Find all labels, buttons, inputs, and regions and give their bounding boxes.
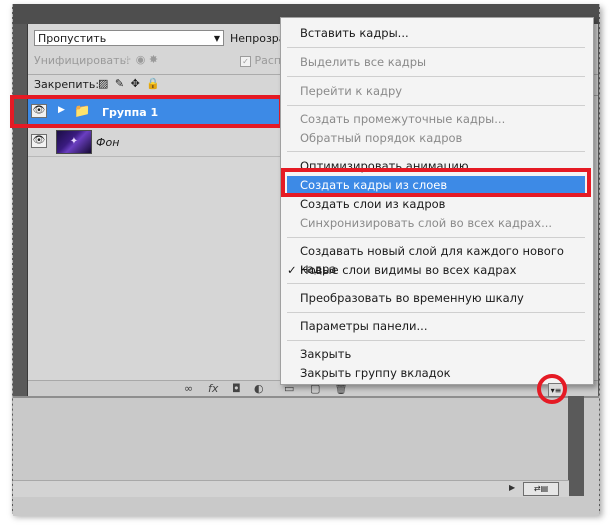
adjustment-layer-icon[interactable]: ◐ (254, 382, 264, 395)
unify-position-icon[interactable]: ⁘ (123, 53, 132, 66)
menu-item-close[interactable]: Закрыть (287, 345, 585, 363)
status-widget-icon[interactable]: ⇄▤ (523, 482, 559, 496)
fx-icon[interactable]: fx (208, 382, 218, 395)
menu-separator (287, 237, 585, 238)
unify-icons: ⁘ ◉ ✸ (123, 53, 158, 66)
status-bar: ▶ ⇄▤ (13, 480, 569, 497)
status-arrow-icon[interactable]: ▶ (509, 483, 515, 492)
layer-row-background[interactable]: 👁 ✦ Фон (28, 128, 284, 157)
menu-separator (287, 105, 585, 106)
vertical-scrollbar[interactable] (568, 396, 584, 496)
menu-item-convert-to-timeline[interactable]: Преобразовать во временную шкалу (287, 289, 585, 307)
eye-icon[interactable]: 👁 (31, 134, 47, 148)
unify-label: Унифицировать: (34, 54, 130, 67)
menu-item-flatten-frames-into-layers[interactable]: Создать слои из кадров (287, 195, 585, 213)
blend-mode-value: Пропустить (38, 32, 107, 45)
timeline-area (13, 396, 599, 516)
layer-name: Фон (96, 136, 120, 149)
menu-separator (287, 76, 585, 77)
add-mask-icon[interactable]: ◘ (232, 382, 241, 395)
menu-item-label: Новые слои видимы во всех кадрах (300, 263, 517, 277)
blend-mode-select[interactable]: Пропустить ▼ (34, 30, 224, 46)
lock-icons: ▨ ✎ ✥ 🔒 (98, 77, 163, 90)
unify-visibility-icon[interactable]: ◉ (136, 53, 146, 66)
menu-separator (287, 151, 585, 152)
menu-item-reverse-frames[interactable]: Обратный порядок кадров (287, 129, 585, 147)
panel-flyout-menu: Вставить кадры... Выделить все кадры Пер… (280, 17, 594, 385)
menu-separator (287, 47, 585, 48)
menu-item-go-to-frame[interactable]: Перейти к кадру (287, 82, 585, 100)
menu-separator (287, 312, 585, 313)
menu-item-new-layer-each-frame[interactable]: Создавать новый слой для каждого нового … (287, 242, 585, 276)
lock-label: Закрепить: (34, 78, 100, 91)
lock-move-icon[interactable]: ✥ (131, 77, 140, 90)
checkmark-icon: ✓ (287, 263, 297, 277)
menu-item-match-layer-across-frames[interactable]: Синхронизировать слой во всех кадрах... (287, 214, 585, 232)
menu-item-tween[interactable]: Создать промежуточные кадры... (287, 110, 585, 128)
lock-brush-icon[interactable]: ✎ (115, 77, 124, 90)
menu-separator (287, 283, 585, 284)
menu-item-new-layers-visible[interactable]: ✓ Новые слои видимы во всех кадрах (287, 261, 585, 279)
propagate-checkbox[interactable]: ✓ (240, 55, 251, 67)
chevron-down-icon: ▼ (213, 34, 220, 43)
annotation-highlight-layer (10, 95, 283, 128)
layer-thumbnail: ✦ (56, 130, 92, 154)
menu-separator (287, 340, 585, 341)
link-layers-icon[interactable]: ∞ (184, 382, 193, 395)
annotation-circle (537, 374, 567, 404)
unify-style-icon[interactable]: ✸ (149, 53, 158, 66)
annotation-highlight-menu-item (281, 168, 591, 197)
menu-item-select-all-frames[interactable]: Выделить все кадры (287, 53, 585, 71)
lock-all-icon[interactable]: 🔒 (146, 77, 160, 90)
lock-transparency-icon[interactable]: ▨ (98, 77, 108, 90)
menu-item-paste-frames[interactable]: Вставить кадры... (287, 24, 585, 42)
menu-item-panel-options[interactable]: Параметры панели... (287, 317, 585, 335)
